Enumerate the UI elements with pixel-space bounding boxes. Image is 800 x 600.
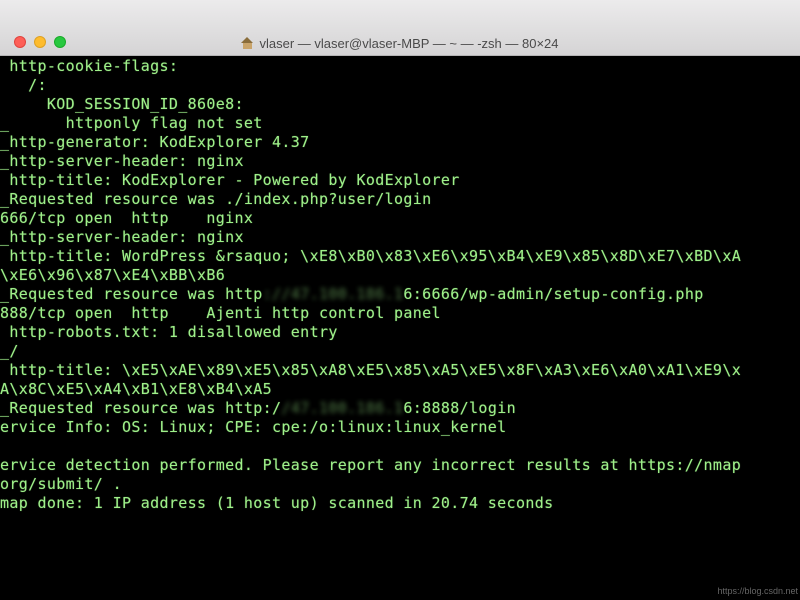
terminal-text: 6:8888/login xyxy=(403,399,516,417)
home-folder-icon xyxy=(241,37,254,49)
terminal-line: /: xyxy=(0,76,47,94)
terminal-line: http-robots.txt: 1 disallowed entry xyxy=(0,323,338,341)
watermark: https://blog.csdn.net xyxy=(717,586,798,596)
terminal-line: KOD_SESSION_ID_860e8: xyxy=(0,95,244,113)
terminal-output[interactable]: http-cookie-flags: /: KOD_SESSION_ID_860… xyxy=(0,57,800,600)
terminal-line: http-title: \xE5\xAE\x89\xE5\x85\xA8\xE5… xyxy=(0,361,742,379)
terminal-line: _/ xyxy=(0,342,19,360)
redacted-ip: /47.100.186.1 xyxy=(281,399,404,417)
terminal-text: 6:6666/wp-admin/setup-config.php xyxy=(403,285,704,303)
terminal-line: _http-server-header: nginx xyxy=(0,152,244,170)
terminal-line: map done: 1 IP address (1 host up) scann… xyxy=(0,494,554,512)
terminal-text: _Requested resource was http:/ xyxy=(0,399,282,417)
terminal-line-redacted: _Requested resource was http://47.100.18… xyxy=(0,399,516,418)
terminal-text: _Requested resource was http xyxy=(0,285,263,303)
terminal-line: 888/tcp open http Ajenti http control pa… xyxy=(0,304,441,322)
terminal-window: vlaser — vlaser@vlaser-MBP — ~ — -zsh — … xyxy=(0,0,800,600)
terminal-line: http-title: WordPress &rsaquo; \xE8\xB0\… xyxy=(0,247,742,265)
terminal-line: http-title: KodExplorer - Powered by Kod… xyxy=(0,171,460,189)
terminal-line: org/submit/ . xyxy=(0,475,122,493)
terminal-line-redacted: _Requested resource was http://47.100.18… xyxy=(0,285,704,304)
terminal-line: _ httponly flag not set xyxy=(0,114,263,132)
terminal-line: _http-server-header: nginx xyxy=(0,228,244,246)
window-title-text: vlaser — vlaser@vlaser-MBP — ~ — -zsh — … xyxy=(259,36,559,51)
terminal-line: \xE6\x96\x87\xE4\xBB\xB6 xyxy=(0,266,226,284)
terminal-line: 666/tcp open http nginx xyxy=(0,209,254,227)
redacted-ip: ://47.100.186.1 xyxy=(262,285,404,303)
terminal-line: ervice Info: OS: Linux; CPE: cpe:/o:linu… xyxy=(0,418,507,436)
terminal-line: http-cookie-flags: xyxy=(0,57,179,75)
terminal-line: A\x8C\xE5\xA4\xB1\xE8\xB4\xA5 xyxy=(0,380,273,398)
terminal-line: _Requested resource was ./index.php?user… xyxy=(0,190,432,208)
window-title: vlaser — vlaser@vlaser-MBP — ~ — -zsh — … xyxy=(0,36,800,52)
terminal-line: _http-generator: KodExplorer 4.37 xyxy=(0,133,310,151)
terminal-line: ervice detection performed. Please repor… xyxy=(0,456,742,474)
title-bar[interactable]: vlaser — vlaser@vlaser-MBP — ~ — -zsh — … xyxy=(0,0,800,56)
